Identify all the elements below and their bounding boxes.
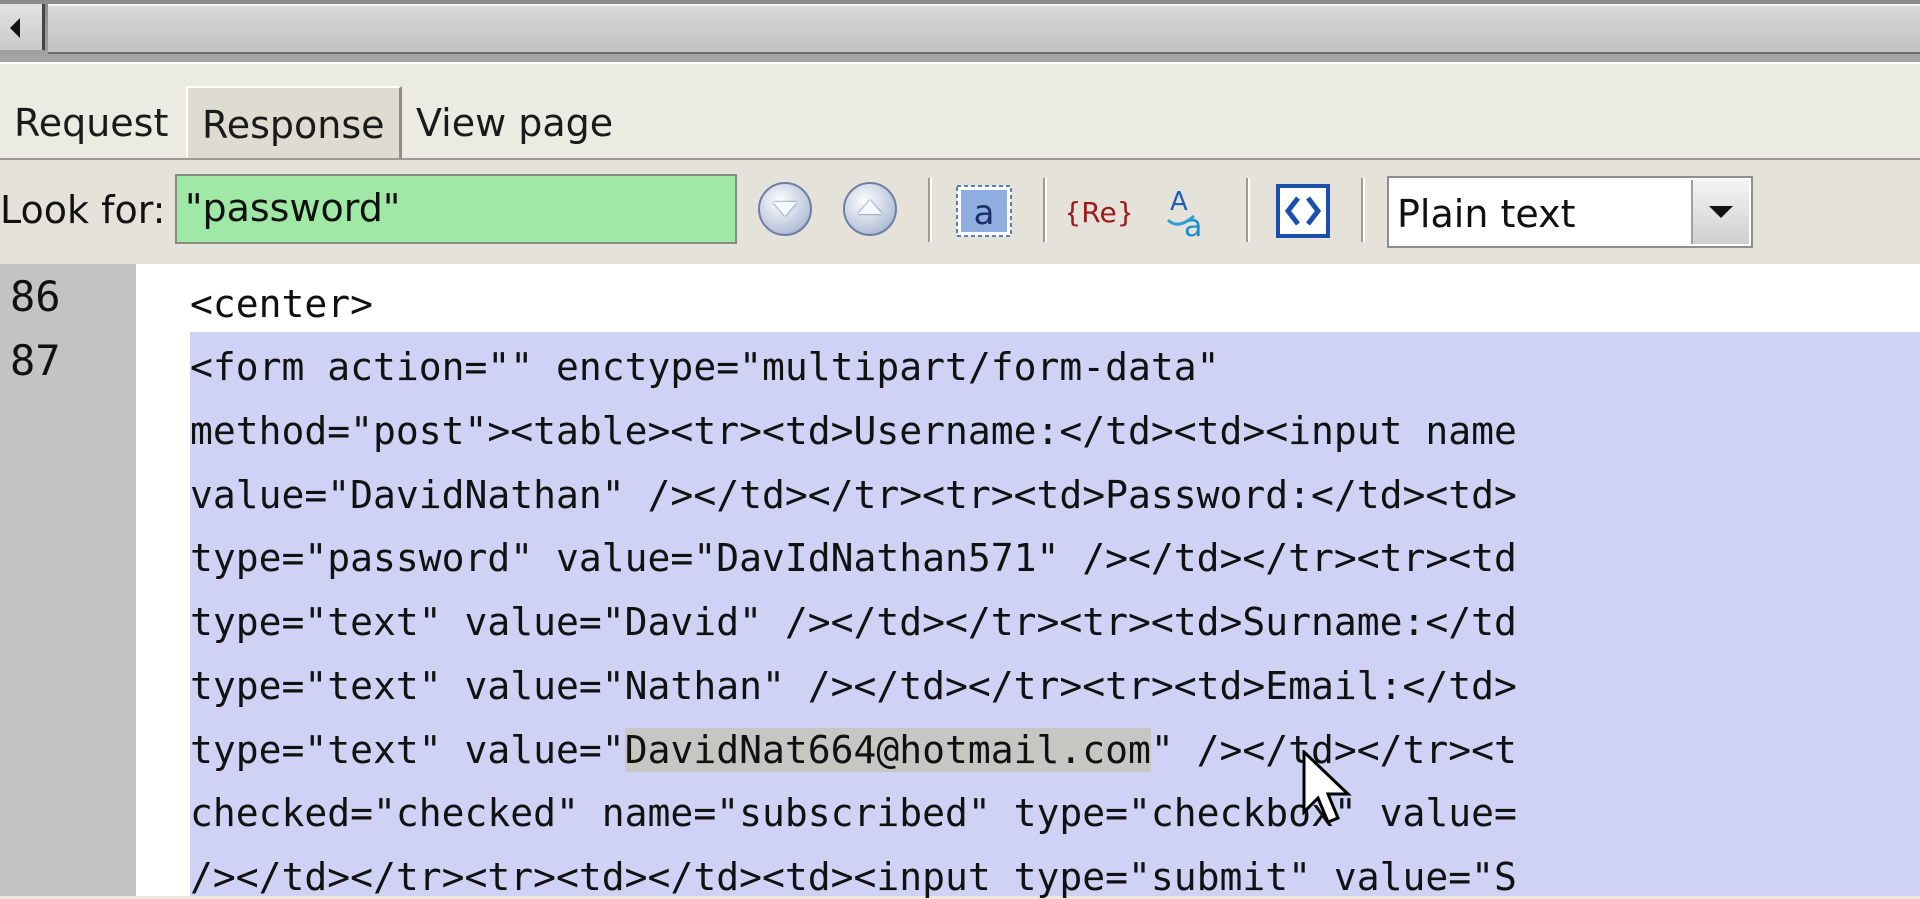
translate-icon[interactable]: A a [1158,180,1220,244]
scrollbar-track[interactable] [48,4,1920,54]
code-segment: type="text" value=" [190,728,625,772]
line-number: 87 [10,336,61,385]
search-toolbar: Look for: "password" a {Re} A a Pl [0,158,1920,264]
svg-text:a: a [1184,209,1202,242]
svg-text:{Re}: {Re} [1068,196,1130,229]
code-line: /></td></tr><tr><td></td><td><input type… [190,855,1517,899]
line-number: 86 [10,272,61,321]
toolbar-separator [1246,178,1250,242]
match-case-icon[interactable]: a [953,180,1015,242]
toolbar-separator [928,178,932,242]
source-code-icon[interactable] [1272,180,1334,242]
code-line: <form action="" enctype="multipart/form-… [190,345,1220,389]
code-line: value="DavidNathan" /></td></tr><tr><td>… [190,473,1517,517]
tab-request[interactable]: Request [0,90,182,156]
format-select[interactable]: Plain text [1387,176,1753,248]
format-select-value: Plain text [1397,192,1576,236]
tab-view-page[interactable]: View page [402,90,627,156]
toolbar-separator [1361,178,1365,242]
toolbar-separator [1043,178,1047,242]
scroll-left-arrow-icon[interactable] [0,4,45,50]
mouse-cursor-icon [1302,748,1352,834]
code-line: type="password" value="DavIdNathan571" /… [190,536,1517,580]
code-line: method="post"><table><tr><td>Username:</… [190,409,1517,453]
tab-response[interactable]: Response [186,86,402,160]
code-line: type="text" value="David" /></td></tr><t… [190,600,1517,644]
tab-bar: Request Response View page [0,62,1920,160]
svg-text:a: a [974,193,995,233]
horizontal-scrollbar[interactable] [0,0,1920,62]
code-line: type="text" value="Nathan" /></td></tr><… [190,664,1517,708]
code-line: <center> [190,282,374,326]
highlighted-email: DavidNat664@hotmail.com [624,728,1151,772]
response-code-view[interactable]: 86 87 <center> <form action="" enctype="… [0,264,1920,899]
find-next-button[interactable] [758,182,812,236]
find-previous-button[interactable] [843,182,897,236]
look-for-label: Look for: [0,188,166,232]
search-input[interactable]: "password" [175,174,737,244]
regex-icon[interactable]: {Re} [1063,180,1134,242]
chevron-down-icon[interactable] [1691,180,1749,244]
